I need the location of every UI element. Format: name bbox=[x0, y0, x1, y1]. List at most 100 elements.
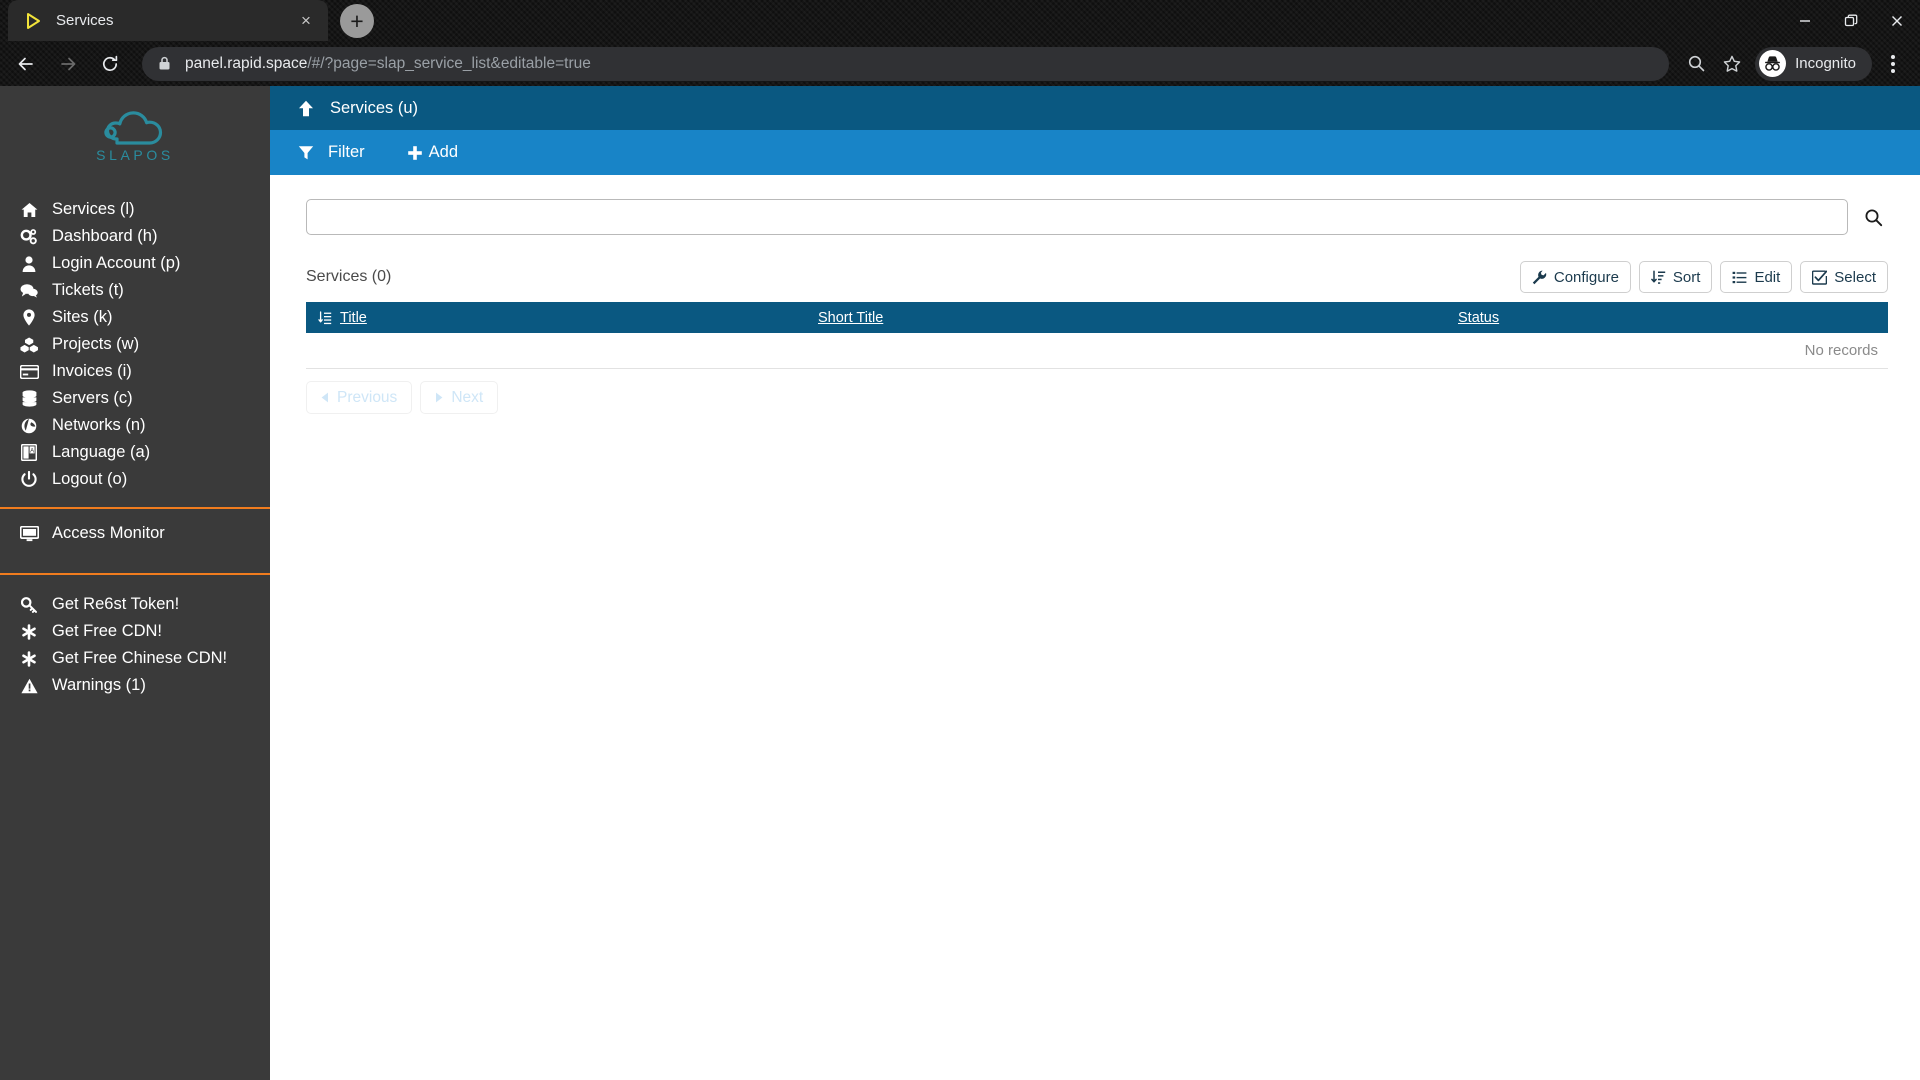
sidebar-label: Servers (c) bbox=[52, 389, 133, 407]
edit-label: Edit bbox=[1754, 268, 1781, 286]
sidebar-item-networks[interactable]: Networks (n) bbox=[0, 412, 270, 439]
sidebar-item-get-free-cdn[interactable]: Get Free CDN! bbox=[0, 618, 270, 645]
sort-amount-icon bbox=[1651, 269, 1666, 285]
sidebar: SLAPOS Services (l) Dashboard (h) Login … bbox=[0, 86, 270, 1080]
checkbox-checked-icon bbox=[1812, 270, 1828, 285]
sort-button[interactable]: Sort bbox=[1638, 261, 1713, 293]
column-header-status[interactable]: Status bbox=[1446, 310, 1888, 326]
sidebar-label: Sites (k) bbox=[52, 308, 113, 326]
select-button[interactable]: Select bbox=[1800, 261, 1888, 293]
incognito-profile-chip[interactable]: Incognito bbox=[1755, 46, 1872, 81]
page-header: Services (u) bbox=[270, 86, 1920, 130]
key-icon bbox=[12, 596, 46, 613]
slapos-logo[interactable]: SLAPOS bbox=[0, 96, 270, 174]
sidebar-item-services[interactable]: Services (l) bbox=[0, 196, 270, 223]
column-header-short-title[interactable]: Short Title bbox=[806, 310, 1446, 326]
close-icon[interactable]: × bbox=[294, 9, 318, 33]
sidebar-label: Warnings (1) bbox=[52, 676, 146, 694]
globe-icon bbox=[12, 418, 46, 434]
window-close-icon[interactable] bbox=[1874, 0, 1920, 41]
search-magnifier-icon[interactable] bbox=[1679, 47, 1713, 81]
column-link-short-title[interactable]: Short Title bbox=[818, 310, 883, 326]
comments-icon bbox=[12, 283, 46, 298]
sidebar-item-invoices[interactable]: Invoices (i) bbox=[0, 358, 270, 385]
plus-icon bbox=[407, 145, 422, 160]
tab-title: Services bbox=[56, 12, 114, 29]
url-host: panel.rapid.space bbox=[185, 54, 308, 72]
sidebar-item-get-re6st-token[interactable]: Get Re6st Token! bbox=[0, 591, 270, 618]
minimize-icon[interactable] bbox=[1782, 0, 1828, 41]
sidebar-label: Language (a) bbox=[52, 443, 151, 461]
sidebar-primary-nav: Services (l) Dashboard (h) Login Account… bbox=[0, 174, 270, 493]
sidebar-item-get-free-chinese-cdn[interactable]: Get Free Chinese CDN! bbox=[0, 645, 270, 672]
star-icon[interactable] bbox=[1715, 47, 1749, 81]
sidebar-monitor-group: Access Monitor bbox=[0, 509, 270, 559]
sidebar-label: Tickets (t) bbox=[52, 281, 124, 299]
column-link-status[interactable]: Status bbox=[1458, 310, 1499, 326]
previous-page-button[interactable]: Previous bbox=[306, 381, 413, 414]
reload-icon[interactable] bbox=[90, 44, 130, 84]
sidebar-label: Dashboard (h) bbox=[52, 227, 158, 245]
tab-strip: Services × + bbox=[0, 0, 1920, 41]
sidebar-item-sites[interactable]: Sites (k) bbox=[0, 304, 270, 331]
svg-text:SLAPOS: SLAPOS bbox=[96, 147, 174, 163]
up-arrow-icon[interactable] bbox=[298, 100, 324, 117]
asterisk-icon bbox=[12, 650, 46, 667]
search-input[interactable] bbox=[306, 199, 1848, 235]
sidebar-item-dashboard[interactable]: Dashboard (h) bbox=[0, 223, 270, 250]
database-icon bbox=[12, 390, 46, 407]
credit-card-icon bbox=[12, 364, 46, 379]
search-magnifier-icon[interactable] bbox=[1858, 201, 1888, 233]
sidebar-label: Networks (n) bbox=[52, 416, 146, 434]
forward-arrow-icon[interactable] bbox=[48, 44, 88, 84]
sidebar-label: Projects (w) bbox=[52, 335, 140, 353]
sidebar-item-language[interactable]: A Language (a) bbox=[0, 439, 270, 466]
caret-left-icon bbox=[321, 392, 329, 403]
sidebar-item-projects[interactable]: Projects (w) bbox=[0, 331, 270, 358]
sort-label: Sort bbox=[1672, 268, 1701, 286]
edit-button[interactable]: Edit bbox=[1720, 261, 1793, 293]
sidebar-label: Logout (o) bbox=[52, 470, 128, 488]
sidebar-item-logout[interactable]: Logout (o) bbox=[0, 466, 270, 493]
next-label: Next bbox=[451, 388, 484, 406]
three-dots-vertical-icon[interactable] bbox=[1876, 44, 1910, 84]
sidebar-item-login-account[interactable]: Login Account (p) bbox=[0, 250, 270, 277]
services-table: Title Short Title Status No records bbox=[306, 302, 1888, 369]
filter-button[interactable]: Filter bbox=[298, 143, 365, 162]
column-link-title[interactable]: Title bbox=[340, 310, 367, 326]
add-label: Add bbox=[428, 143, 459, 161]
warning-triangle-icon bbox=[12, 678, 46, 694]
back-arrow-icon[interactable] bbox=[6, 44, 46, 84]
column-header-title[interactable]: Title bbox=[306, 310, 806, 326]
configure-button[interactable]: Configure bbox=[1519, 261, 1631, 293]
restore-icon[interactable] bbox=[1828, 0, 1874, 41]
sidebar-item-tickets[interactable]: Tickets (t) bbox=[0, 277, 270, 304]
sidebar-item-warnings[interactable]: Warnings (1) bbox=[0, 672, 270, 699]
url-path: /#/?page=slap_service_list&editable=true bbox=[307, 54, 591, 72]
power-icon bbox=[12, 471, 46, 488]
sidebar-item-servers[interactable]: Servers (c) bbox=[0, 385, 270, 412]
url-text: panel.rapid.space/#/?page=slap_service_l… bbox=[185, 55, 591, 73]
slapos-play-favicon bbox=[24, 12, 42, 30]
address-bar[interactable]: panel.rapid.space/#/?page=slap_service_l… bbox=[142, 46, 1670, 81]
content-area: Services (0) Configure Sort Edit Select … bbox=[270, 175, 1920, 414]
asterisk-icon bbox=[12, 623, 46, 640]
table-body: No records bbox=[306, 333, 1888, 369]
previous-label: Previous bbox=[337, 388, 398, 406]
sort-alpha-icon bbox=[318, 310, 332, 325]
browser-tab[interactable]: Services × bbox=[8, 0, 328, 41]
incognito-label: Incognito bbox=[1795, 55, 1856, 72]
sidebar-label: Get Free Chinese CDN! bbox=[52, 649, 228, 667]
sidebar-item-access-monitor[interactable]: Access Monitor bbox=[0, 520, 270, 547]
select-label: Select bbox=[1834, 268, 1876, 286]
new-tab-button[interactable]: + bbox=[340, 4, 374, 38]
add-button[interactable]: Add bbox=[407, 143, 458, 162]
table-header-row: Title Short Title Status bbox=[306, 302, 1888, 333]
sidebar-label: Get Free CDN! bbox=[52, 622, 163, 640]
page-body: SLAPOS Services (l) Dashboard (h) Login … bbox=[0, 86, 1920, 1080]
next-page-button[interactable]: Next bbox=[420, 381, 499, 414]
list-icon bbox=[1732, 270, 1747, 285]
sidebar-label: Access Monitor bbox=[52, 524, 165, 542]
cubes-icon bbox=[12, 336, 46, 353]
lock-icon bbox=[158, 56, 171, 71]
